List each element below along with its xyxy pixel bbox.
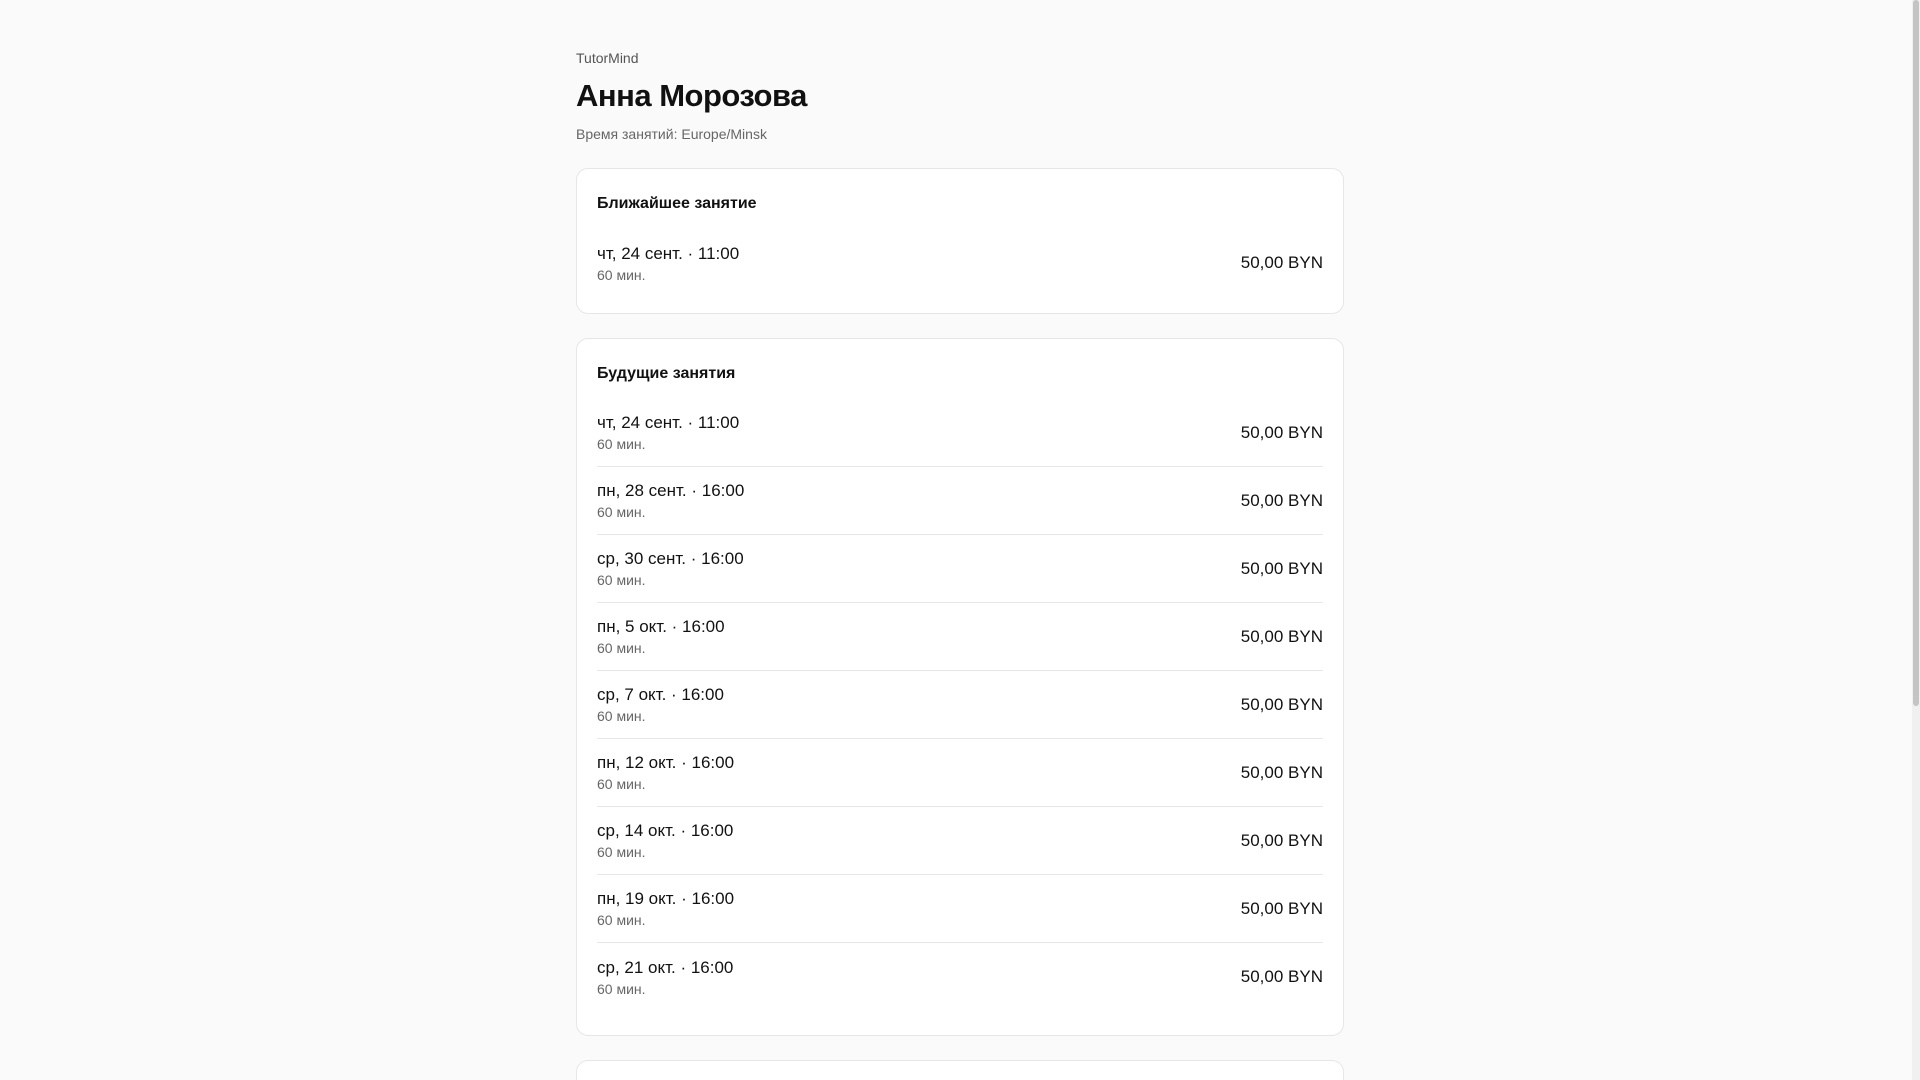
lesson-duration: 60 мин. [597, 266, 646, 283]
lesson-duration: 60 мин. [597, 640, 646, 656]
lesson-row[interactable]: пн, 19 окт. · 16:00 60 мин. 50,00 BYN [597, 875, 1323, 943]
lesson-date: пн, 12 окт. · 16:00 [597, 753, 735, 772]
next-lesson-heading: Ближайшее занятие [597, 195, 757, 212]
lesson-duration: 60 мин. [597, 708, 646, 724]
lesson-duration: 60 мин. [597, 912, 646, 928]
lesson-duration: 60 мин. [597, 844, 646, 860]
upcoming-lessons-list: чт, 24 сент. · 11:00 60 мин. 50,00 BYN п… [597, 399, 1323, 1011]
lesson-date: чт, 24 сент. · 11:00 [597, 243, 740, 263]
lesson-row[interactable]: чт, 24 сент. · 11:00 60 мин. 50,00 BYN [597, 399, 1323, 467]
brand-name: TutorMind [576, 50, 639, 66]
next-section-card [576, 1060, 1344, 1080]
lesson-price: 50,00 BYN [1240, 558, 1323, 578]
page-title: Анна Морозова [576, 78, 807, 113]
lesson-duration: 60 мин. [597, 980, 646, 997]
lesson-date: ср, 21 окт. · 16:00 [597, 957, 734, 977]
lesson-info: ср, 7 окт. · 16:00 60 мин. [597, 684, 724, 725]
lesson-duration: 60 мин. [597, 776, 646, 792]
lesson-duration: 60 мин. [597, 504, 646, 520]
lesson-price: 50,00 BYN [1240, 762, 1323, 782]
lesson-price: 50,00 BYN [1240, 626, 1323, 646]
lesson-info: пн, 19 окт. · 16:00 60 мин. [597, 888, 734, 929]
lesson-date: ср, 7 окт. · 16:00 [597, 685, 724, 704]
lesson-price: 50,00 BYN [1240, 830, 1323, 850]
lesson-info: пн, 5 окт. · 16:00 60 мин. [597, 616, 725, 657]
lesson-info: чт, 24 сент. · 11:00 60 мин. [597, 243, 739, 284]
lesson-row[interactable]: пн, 5 окт. · 16:00 60 мин. 50,00 BYN [597, 603, 1323, 671]
lesson-date: пн, 28 сент. · 16:00 [597, 481, 745, 500]
lesson-info: ср, 30 сент. · 16:00 60 мин. [597, 548, 744, 589]
lesson-info: ср, 14 окт. · 16:00 60 мин. [597, 820, 733, 861]
next-lesson-row[interactable]: чт, 24 сент. · 11:00 60 мин. 50,00 BYN [597, 229, 1323, 297]
lesson-info: пн, 28 сент. · 16:00 60 мин. [597, 480, 744, 521]
upcoming-lessons-card: Будущие занятия чт, 24 сент. · 11:00 60 … [576, 338, 1344, 1036]
next-lesson-list: чт, 24 сент. · 11:00 60 мин. 50,00 BYN [597, 229, 1323, 297]
lesson-date: ср, 14 окт. · 16:00 [597, 821, 734, 840]
lesson-date: ср, 30 сент. · 16:00 [597, 549, 744, 568]
lesson-info: пн, 12 окт. · 16:00 60 мин. [597, 752, 734, 793]
lesson-info: чт, 24 сент. · 11:00 60 мин. [597, 412, 739, 453]
lesson-price: 50,00 BYN [1240, 422, 1323, 442]
lesson-date: пн, 19 окт. · 16:00 [597, 889, 735, 908]
scrollbar-thumb[interactable] [1913, 0, 1919, 706]
lesson-price: 50,00 BYN [1240, 253, 1323, 272]
lesson-date: чт, 24 сент. · 11:00 [597, 413, 740, 432]
lesson-price: 50,00 BYN [1240, 898, 1323, 918]
lesson-price: 50,00 BYN [1240, 967, 1323, 986]
page: TutorMind Анна Морозова Время занятий: E… [0, 0, 1920, 1080]
lesson-info: ср, 21 окт. · 16:00 60 мин. [597, 957, 733, 998]
lesson-row[interactable]: ср, 14 окт. · 16:00 60 мин. 50,00 BYN [597, 807, 1323, 875]
lesson-price: 50,00 BYN [1240, 694, 1323, 714]
next-lesson-card: Ближайшее занятие чт, 24 сент. · 11:00 6… [576, 168, 1344, 314]
timezone-label: Время занятий: Europe/Minsk [576, 126, 767, 142]
lesson-price: 50,00 BYN [1240, 490, 1323, 510]
lesson-row[interactable]: ср, 21 окт. · 16:00 60 мин. 50,00 BYN [597, 943, 1323, 1011]
lesson-row[interactable]: ср, 7 окт. · 16:00 60 мин. 50,00 BYN [597, 671, 1323, 739]
page-scrollbar[interactable] [1912, 0, 1920, 1080]
lesson-row[interactable]: пн, 12 окт. · 16:00 60 мин. 50,00 BYN [597, 739, 1323, 807]
lesson-date: пн, 5 окт. · 16:00 [597, 617, 725, 636]
lesson-row[interactable]: пн, 28 сент. · 16:00 60 мин. 50,00 BYN [597, 467, 1323, 535]
lesson-duration: 60 мин. [597, 572, 646, 588]
upcoming-lessons-heading: Будущие занятия [597, 365, 736, 382]
lesson-row[interactable]: ср, 30 сент. · 16:00 60 мин. 50,00 BYN [597, 535, 1323, 603]
lesson-duration: 60 мин. [597, 436, 646, 452]
main-content: TutorMind Анна Морозова Время занятий: E… [576, 48, 1344, 1080]
